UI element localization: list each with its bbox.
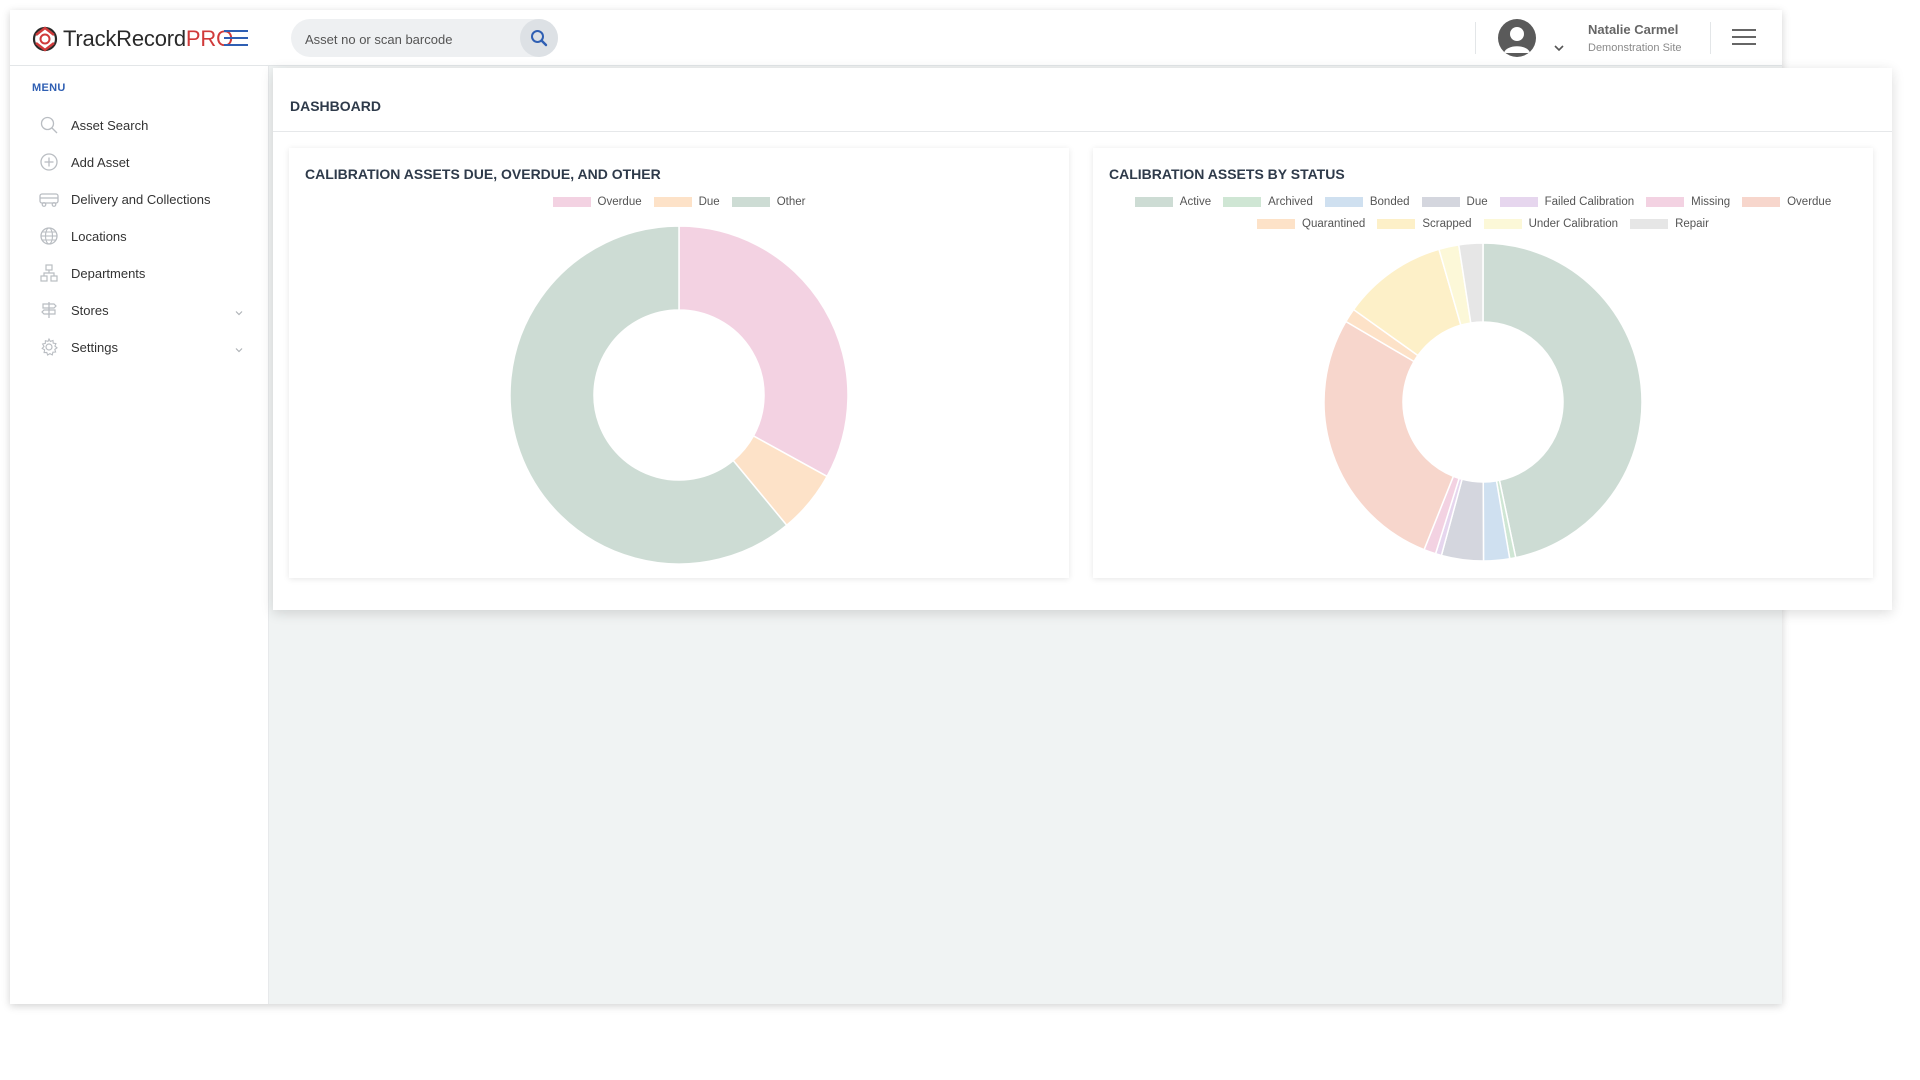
- divider: [1475, 22, 1476, 54]
- sidebar-item-label: Locations: [71, 228, 127, 244]
- avatar[interactable]: [1498, 19, 1536, 57]
- sidebar-item-add-asset[interactable]: Add Asset: [38, 147, 250, 177]
- divider: [1710, 22, 1711, 54]
- sidebar: MENU Asset Search Add Asset Delivery and…: [10, 66, 269, 1004]
- slice-active[interactable]: [1482, 242, 1643, 559]
- sidebar-item-label: Add Asset: [71, 154, 130, 170]
- page-title: DASHBOARD: [290, 98, 381, 114]
- main-menu-icon[interactable]: [1732, 29, 1756, 47]
- gear-icon: [38, 336, 60, 358]
- chevron-down-icon[interactable]: [234, 342, 244, 360]
- globe-icon: [38, 225, 60, 247]
- logo-main: TrackRecord: [63, 26, 186, 51]
- sidebar-item-locations[interactable]: Locations: [38, 221, 250, 251]
- chevron-down-icon[interactable]: [1553, 41, 1565, 53]
- menu-title: MENU: [32, 82, 66, 94]
- user-name[interactable]: Natalie Carmel: [1588, 22, 1678, 37]
- chart-card-by-status: CALIBRATION ASSETS BY STATUS Active Archi…: [1093, 148, 1873, 578]
- dashboard-panel: DASHBOARD CALIBRATION ASSETS DUE, OVERDU…: [273, 68, 1892, 610]
- user-site: Demonstration Site: [1588, 42, 1682, 54]
- sidebar-item-label: Departments: [71, 265, 146, 281]
- search-button[interactable]: [520, 19, 558, 57]
- logo-text: TrackRecordPRO: [63, 26, 233, 52]
- sidebar-item-label: Settings: [71, 339, 118, 355]
- logo[interactable]: TrackRecordPRO: [31, 24, 233, 54]
- truck-icon: [38, 188, 60, 210]
- divider: [273, 131, 1892, 132]
- doughnut-chart: [509, 225, 849, 565]
- sidebar-item-departments[interactable]: Departments: [38, 258, 250, 288]
- chevron-down-icon[interactable]: [234, 305, 244, 323]
- sidebar-item-label: Stores: [71, 302, 109, 318]
- doughnut-chart: [1323, 242, 1643, 562]
- slice-overdue[interactable]: [1323, 320, 1455, 551]
- sidebar-item-settings[interactable]: Settings: [38, 332, 250, 362]
- sidebar-item-label: Delivery and Collections: [71, 191, 211, 207]
- top-bar: TrackRecordPRO Natalie Carmel Dem: [10, 10, 1782, 66]
- sidebar-item-label: Asset Search: [71, 117, 149, 133]
- sidebar-toggle-menu-icon[interactable]: [224, 30, 248, 48]
- sidebar-item-delivery-and-collections[interactable]: Delivery and Collections: [38, 184, 250, 214]
- logo-icon: [32, 26, 58, 52]
- user-avatar-icon: [1504, 27, 1530, 53]
- plus-circle-icon: [38, 151, 60, 173]
- sidebar-item-asset-search[interactable]: Asset Search: [38, 110, 250, 140]
- signpost-icon: [38, 299, 60, 321]
- search-input[interactable]: [303, 19, 517, 59]
- org-chart-icon: [38, 262, 60, 284]
- chart-card-due-overdue: CALIBRATION ASSETS DUE, OVERDUE, AND OTH…: [289, 148, 1069, 578]
- search-icon: [38, 114, 60, 136]
- slice-overdue[interactable]: [678, 225, 849, 478]
- sidebar-item-stores[interactable]: Stores: [38, 295, 250, 325]
- search-bar: [291, 19, 558, 59]
- search-icon: [531, 30, 548, 47]
